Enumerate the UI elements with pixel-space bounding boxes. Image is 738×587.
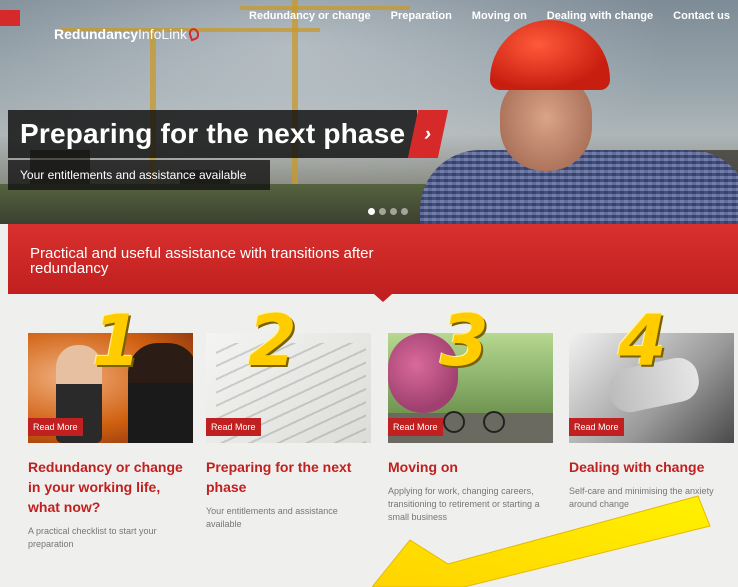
annotation-number-3: 3 <box>440 300 489 382</box>
annotation-number-4: 4 <box>618 300 667 382</box>
nav-moving-on[interactable]: Moving on <box>472 10 527 22</box>
hero-headline-block: Preparing for the next phase › <box>8 110 449 158</box>
hero-headline: Preparing for the next phase <box>8 110 418 158</box>
hero-subline: Your entitlements and assistance availab… <box>8 160 270 190</box>
read-more-button[interactable]: Read More <box>28 418 83 436</box>
main-nav: Redundancy or change Preparation Moving … <box>249 10 730 22</box>
card-title[interactable]: Preparing for the next phase <box>206 457 371 497</box>
annotation-number-1: 1 <box>92 300 141 382</box>
card-title[interactable]: Dealing with change <box>569 457 734 477</box>
slider-dot[interactable] <box>401 208 408 215</box>
annotation-number-2: 2 <box>248 300 297 382</box>
intro-band-text: Practical and useful assistance with tra… <box>30 245 374 277</box>
bike-wheel-icon <box>443 411 465 433</box>
read-more-button[interactable]: Read More <box>206 418 261 436</box>
card-description: Your entitlements and assistance availab… <box>206 506 338 529</box>
read-more-button[interactable]: Read More <box>569 418 624 436</box>
nav-preparation[interactable]: Preparation <box>391 10 452 22</box>
card-description: A practical checklist to start your prep… <box>28 526 157 549</box>
hard-hat <box>490 20 610 90</box>
slider-dots <box>368 208 408 215</box>
band-notch <box>374 294 392 302</box>
crane-mast <box>292 0 298 210</box>
nav-contact-us[interactable]: Contact us <box>673 10 730 22</box>
logo-mark-icon <box>187 26 201 42</box>
card-title[interactable]: Redundancy or change in your working lif… <box>28 457 193 517</box>
slider-dot[interactable] <box>379 208 386 215</box>
bike-wheel-icon <box>483 411 505 433</box>
hero-banner: Redundancy InfoLink Redundancy or change… <box>0 0 738 224</box>
slider-dot[interactable] <box>368 208 375 215</box>
slider-dot[interactable] <box>390 208 397 215</box>
site-logo[interactable]: Redundancy InfoLink <box>54 26 201 42</box>
intro-band: Practical and useful assistance with tra… <box>8 224 738 302</box>
logo-bold: Redundancy <box>54 26 139 42</box>
logo-light: InfoLink <box>138 26 188 42</box>
shirt <box>420 150 738 224</box>
card-title[interactable]: Moving on <box>388 457 553 477</box>
annotation-arrow-icon <box>372 495 711 587</box>
red-corner-accent <box>0 10 20 26</box>
nav-redundancy-or-change[interactable]: Redundancy or change <box>249 10 371 22</box>
nav-dealing-with-change[interactable]: Dealing with change <box>547 10 653 22</box>
hero-person-image <box>420 20 738 224</box>
page: Redundancy InfoLink Redundancy or change… <box>0 0 738 587</box>
read-more-button[interactable]: Read More <box>388 418 443 436</box>
